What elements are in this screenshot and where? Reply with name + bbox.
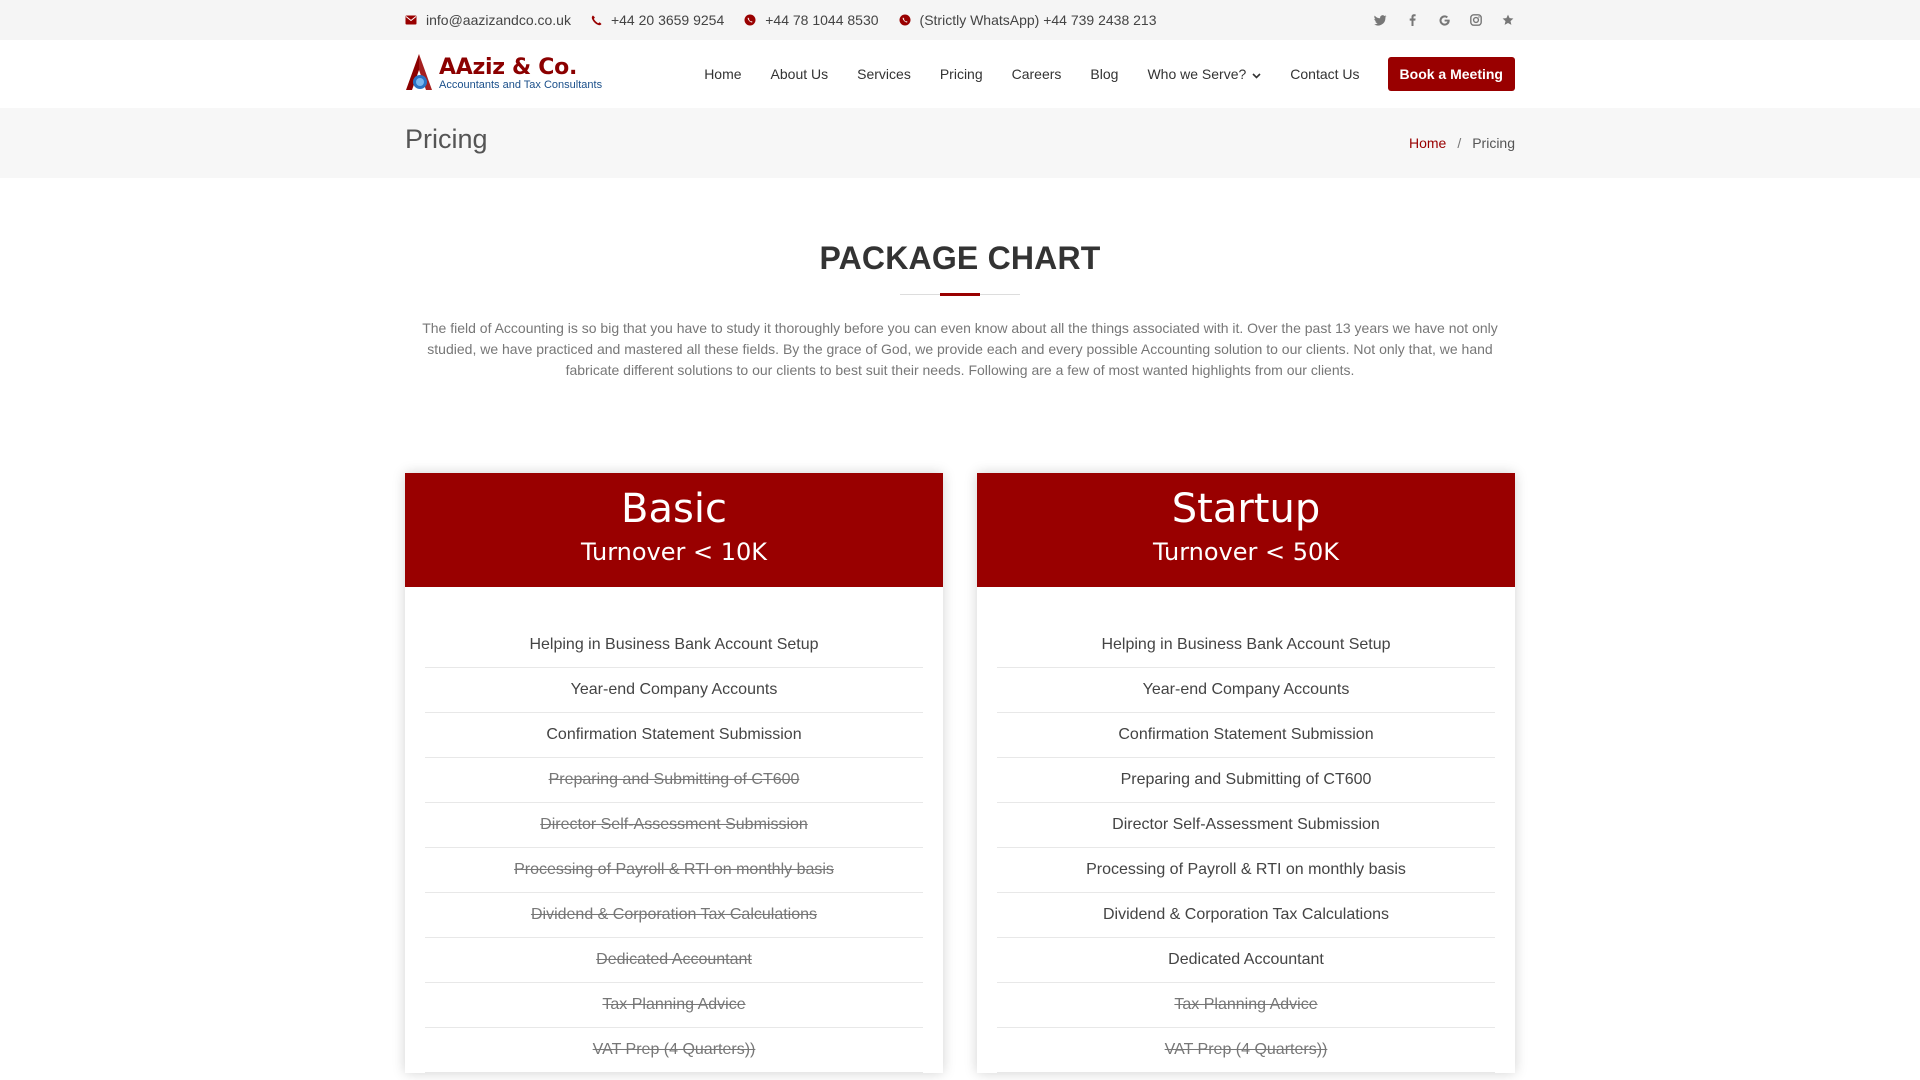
feature-label: VAT Prep (4 Quarters)) [592, 1041, 756, 1058]
feature-label: Processing of Payroll & RTI on monthly b… [1086, 861, 1406, 878]
chevron-down-icon [1252, 66, 1261, 82]
feature-label: Dividend & Corporation Tax Calculations [1102, 906, 1390, 923]
package-turnover: Turnover < 50K [1152, 538, 1340, 566]
feature-label: Dividend & Corporation Tax Calculations [530, 906, 818, 923]
feature-label: VAT Prep (4 Quarters)) [1164, 1041, 1328, 1058]
feature-item-included: Processing of Payroll & RTI on monthly b… [997, 848, 1495, 893]
feature-item-included: Dedicated Accountant [997, 938, 1495, 983]
feature-label: Confirmation Statement Submission [546, 726, 802, 743]
pricing-card-basic: Basic Turnover < 10K Helping in Business… [405, 473, 943, 1073]
feature-item-included: Director Self-Assessment Submission [997, 803, 1495, 848]
feature-item-included: Year-end Company Accounts [997, 668, 1495, 713]
logo-tagline: Accountants and Tax Consultants [439, 79, 603, 91]
feature-label: Helping in Business Bank Account Setup [1101, 636, 1391, 653]
main-nav: Home About Us Services Pricing Careers B… [675, 57, 1515, 91]
facebook-icon[interactable] [1405, 13, 1419, 27]
feature-item-excluded: Preparing and Submitting of CT600 [425, 758, 923, 803]
feature-item-included: Preparing and Submitting of CT600 [997, 758, 1495, 803]
feature-item-excluded: VAT Prep (4 Quarters)) [997, 1028, 1495, 1073]
breadcrumb-current: Pricing [1472, 135, 1515, 151]
whatsapp-text: (Strictly WhatsApp) +44 739 2438 213 [919, 12, 1157, 28]
whatsapp-icon [744, 14, 756, 26]
feature-item-included: Dividend & Corporation Tax Calculations [997, 893, 1495, 938]
feature-label: Dedicated Accountant [1168, 951, 1324, 968]
feature-label: Helping in Business Bank Account Setup [529, 636, 819, 653]
contact-list: info@aazizandco.co.uk +44 20 3659 9254 +… [405, 12, 1177, 28]
social-links [1355, 13, 1515, 27]
nav-who-we-serve-label: Who we Serve? [1147, 66, 1247, 82]
nav-home[interactable]: Home [704, 66, 741, 82]
feature-item-excluded: Tax Planning Advice [997, 983, 1495, 1028]
mobile-text: +44 78 1044 8530 [765, 12, 879, 28]
nav-about-us[interactable]: About Us [771, 66, 829, 82]
package-section: PACKAGE CHART The field of Accounting is… [405, 240, 1515, 1073]
twitter-icon[interactable] [1373, 13, 1387, 27]
feature-item-included: Confirmation Statement Submission [997, 713, 1495, 758]
nav-who-we-serve[interactable]: Who we Serve? [1147, 66, 1261, 82]
phone-text: +44 20 3659 9254 [610, 12, 725, 28]
feature-label: Tax Planning Advice [1174, 996, 1318, 1013]
feature-label: Year-end Company Accounts [1142, 681, 1350, 698]
whatsapp-icon [899, 14, 911, 26]
feature-label: Year-end Company Accounts [570, 681, 778, 698]
feature-label: Preparing and Submitting of CT600 [1120, 771, 1372, 788]
phone-link[interactable]: +44 20 3659 9254 [591, 12, 724, 28]
package-name: Startup [1171, 486, 1321, 532]
feature-label: Preparing and Submitting of CT600 [548, 771, 800, 788]
feature-item-included: Helping in Business Bank Account Setup [997, 623, 1495, 668]
breadcrumb: Home / Pricing [1409, 135, 1515, 151]
nav-services[interactable]: Services [857, 66, 911, 82]
feature-label: Processing of Payroll & RTI on monthly b… [514, 861, 834, 878]
title-divider [900, 293, 1020, 296]
feature-item-excluded: Tax Planning Advice [425, 983, 923, 1028]
feature-list: Helping in Business Bank Account Setup Ye… [977, 587, 1515, 1073]
nav-pricing[interactable]: Pricing [940, 66, 983, 82]
nav-blog[interactable]: Blog [1090, 66, 1118, 82]
topbar: info@aazizandco.co.uk +44 20 3659 9254 +… [0, 0, 1920, 40]
breadcrumb-home-link[interactable]: Home [1409, 135, 1446, 151]
feature-item-excluded: Director Self-Assessment Submission [425, 803, 923, 848]
feature-label: Director Self-Assessment Submission [540, 816, 808, 833]
card-header: Startup Turnover < 50K [977, 473, 1515, 587]
instagram-icon[interactable] [1469, 13, 1483, 27]
breadcrumb-separator: / [1457, 135, 1462, 151]
feature-item-excluded: Dividend & Corporation Tax Calculations [425, 893, 923, 938]
envelope-icon [405, 15, 417, 25]
book-meeting-button[interactable]: Book a Meeting [1387, 57, 1515, 91]
feature-label: Tax Planning Advice [602, 996, 746, 1013]
logo[interactable]: AAziz & Co. Accountants and Tax Consulta… [405, 52, 615, 97]
pricing-card-startup: Startup Turnover < 50K Helping in Busine… [977, 473, 1515, 1073]
feature-item-included: Year-end Company Accounts [425, 668, 923, 713]
page-title: Pricing [405, 123, 488, 154]
package-turnover: Turnover < 10K [580, 538, 768, 566]
feature-item-excluded: VAT Prep (4 Quarters)) [425, 1028, 923, 1073]
intro-text: The field of Accounting is so big that y… [422, 320, 1498, 378]
feature-item-excluded: Dedicated Accountant [425, 938, 923, 983]
star-icon[interactable] [1501, 13, 1515, 27]
logo-name: AAziz & Co. [439, 55, 578, 80]
nav-contact-us[interactable]: Contact Us [1290, 66, 1359, 82]
pricing-cards: Basic Turnover < 10K Helping in Business… [405, 473, 1515, 1073]
feature-item-excluded: Processing of Payroll & RTI on monthly b… [425, 848, 923, 893]
page-title-band: Pricing Home / Pricing [0, 108, 1920, 178]
email-link[interactable]: info@aazizandco.co.uk [405, 12, 571, 28]
package-name: Basic [621, 486, 727, 532]
section-title: PACKAGE CHART [819, 240, 1101, 276]
site-header: AAziz & Co. Accountants and Tax Consulta… [0, 40, 1920, 108]
logo-mark-icon [405, 52, 437, 97]
whatsapp-link[interactable]: (Strictly WhatsApp) +44 739 2438 213 [899, 12, 1157, 28]
feature-label: Dedicated Accountant [596, 951, 752, 968]
google-icon[interactable] [1437, 13, 1451, 27]
feature-list: Helping in Business Bank Account Setup Ye… [405, 587, 943, 1073]
card-header: Basic Turnover < 10K [405, 473, 943, 587]
feature-item-included: Confirmation Statement Submission [425, 713, 923, 758]
mobile-link[interactable]: +44 78 1044 8530 [744, 12, 879, 28]
nav-careers[interactable]: Careers [1012, 66, 1062, 82]
feature-item-included: Helping in Business Bank Account Setup [425, 623, 923, 668]
phone-icon [591, 15, 602, 26]
feature-label: Director Self-Assessment Submission [1112, 816, 1380, 833]
email-text: info@aazizandco.co.uk [426, 12, 571, 28]
feature-label: Confirmation Statement Submission [1118, 726, 1374, 743]
